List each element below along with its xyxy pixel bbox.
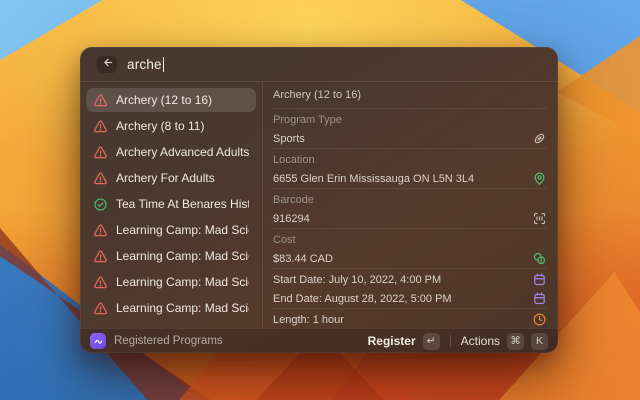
main-content: Archery (12 to 16) Archery (8 to 11) Arc… xyxy=(80,82,558,328)
list-item-label: Archery Advanced Adults xyxy=(116,145,249,159)
detail-section-cost: Cost $83.44 CAD xyxy=(273,228,547,268)
location-value: 6655 Glen Erin Mississauga ON L5N 3L4 xyxy=(273,173,474,185)
warning-triangle-icon xyxy=(93,171,108,186)
list-item-label: Learning Camp: Mad Science -... xyxy=(116,301,249,315)
detail-section-location: Location 6655 Glen Erin Mississauga ON L… xyxy=(273,148,547,188)
program-type-value: Sports xyxy=(273,133,305,145)
launcher-window: arche Archery (12 to 16) Archery (8 to 1… xyxy=(80,47,558,353)
return-key-icon: ↵ xyxy=(423,333,440,350)
warning-triangle-icon xyxy=(93,301,108,316)
list-item[interactable]: Learning Camp: Mad Science -... xyxy=(86,296,256,320)
warning-triangle-icon xyxy=(93,119,108,134)
length-value: Length: 1 hour xyxy=(273,314,344,326)
back-button[interactable] xyxy=(97,56,117,73)
warning-triangle-icon xyxy=(93,223,108,238)
program-type-label: Program Type xyxy=(273,114,342,126)
command-key-icon: ⌘ xyxy=(507,333,524,350)
list-item[interactable]: Archery (12 to 16) xyxy=(86,88,256,112)
barcode-label: Barcode xyxy=(273,194,314,206)
list-item[interactable]: Learning Camp: Mad Science -... xyxy=(86,270,256,294)
list-item-label: Learning Camp: Mad Science -... xyxy=(116,249,249,263)
calendar-icon xyxy=(532,291,547,306)
start-date-value: Start Date: July 10, 2022, 4:00 PM xyxy=(273,274,441,286)
warning-triangle-icon xyxy=(93,145,108,160)
detail-section-dates: Start Date: July 10, 2022, 4:00 PM End D… xyxy=(273,268,547,308)
list-item-label: Archery (8 to 11) xyxy=(116,119,204,133)
detail-section-program-type: Program Type Sports xyxy=(273,108,547,148)
actions-button[interactable]: Actions xyxy=(461,334,500,348)
list-item-label: Learning Camp: Mad Science -... xyxy=(116,223,249,237)
register-button[interactable]: Register xyxy=(368,334,416,348)
text-caret xyxy=(163,57,165,72)
extension-app-icon xyxy=(90,333,106,349)
results-list: Archery (12 to 16) Archery (8 to 11) Arc… xyxy=(80,82,263,328)
footer-actions: Register ↵ Actions ⌘ K xyxy=(368,333,548,350)
warning-triangle-icon xyxy=(93,249,108,264)
arrow-left-icon xyxy=(101,56,114,74)
football-icon xyxy=(532,131,547,146)
warning-triangle-icon xyxy=(93,93,108,108)
desktop: arche Archery (12 to 16) Archery (8 to 1… xyxy=(0,0,640,400)
barcode-scan-icon xyxy=(532,211,547,226)
list-item-label: Archery (12 to 16) xyxy=(116,93,212,107)
list-item-label: Learning Camp: Mad Science -... xyxy=(116,275,249,289)
list-item[interactable]: Archery For Adults xyxy=(86,166,256,190)
list-item[interactable]: Learning Camp: Mad Science -... xyxy=(86,244,256,268)
list-item[interactable]: Tea Time At Benares Historic Ho... xyxy=(86,192,256,216)
list-item[interactable]: Archery (8 to 11) xyxy=(86,114,256,138)
detail-section-length: Length: 1 hour xyxy=(273,308,547,333)
coins-icon xyxy=(532,251,547,266)
list-item[interactable]: Archery Advanced Adults xyxy=(86,140,256,164)
list-item-label: Archery For Adults xyxy=(116,171,215,185)
cost-label: Cost xyxy=(273,234,296,246)
calendar-icon xyxy=(532,272,547,287)
barcode-value: 916294 xyxy=(273,213,310,225)
detail-panel: Archery (12 to 16) Program Type Sports L… xyxy=(263,82,558,328)
search-query: arche xyxy=(127,57,162,72)
source-label: Registered Programs xyxy=(114,335,360,347)
k-key-icon: K xyxy=(531,333,548,350)
check-circle-icon xyxy=(93,197,108,212)
map-pin-icon xyxy=(532,171,547,186)
detail-section-barcode: Barcode 916294 xyxy=(273,188,547,228)
detail-title: Archery (12 to 16) xyxy=(273,82,547,108)
location-label: Location xyxy=(273,154,315,166)
list-item-label: Tea Time At Benares Historic Ho... xyxy=(116,197,249,211)
footer-divider xyxy=(450,335,451,347)
search-bar[interactable]: arche xyxy=(80,47,558,82)
warning-triangle-icon xyxy=(93,275,108,290)
search-input[interactable]: arche xyxy=(127,57,164,72)
list-item[interactable]: Learning Camp: Mad Science -... xyxy=(86,218,256,242)
clock-icon xyxy=(532,312,547,327)
cost-value: $83.44 CAD xyxy=(273,253,333,265)
end-date-value: End Date: August 28, 2022, 5:00 PM xyxy=(273,293,452,305)
